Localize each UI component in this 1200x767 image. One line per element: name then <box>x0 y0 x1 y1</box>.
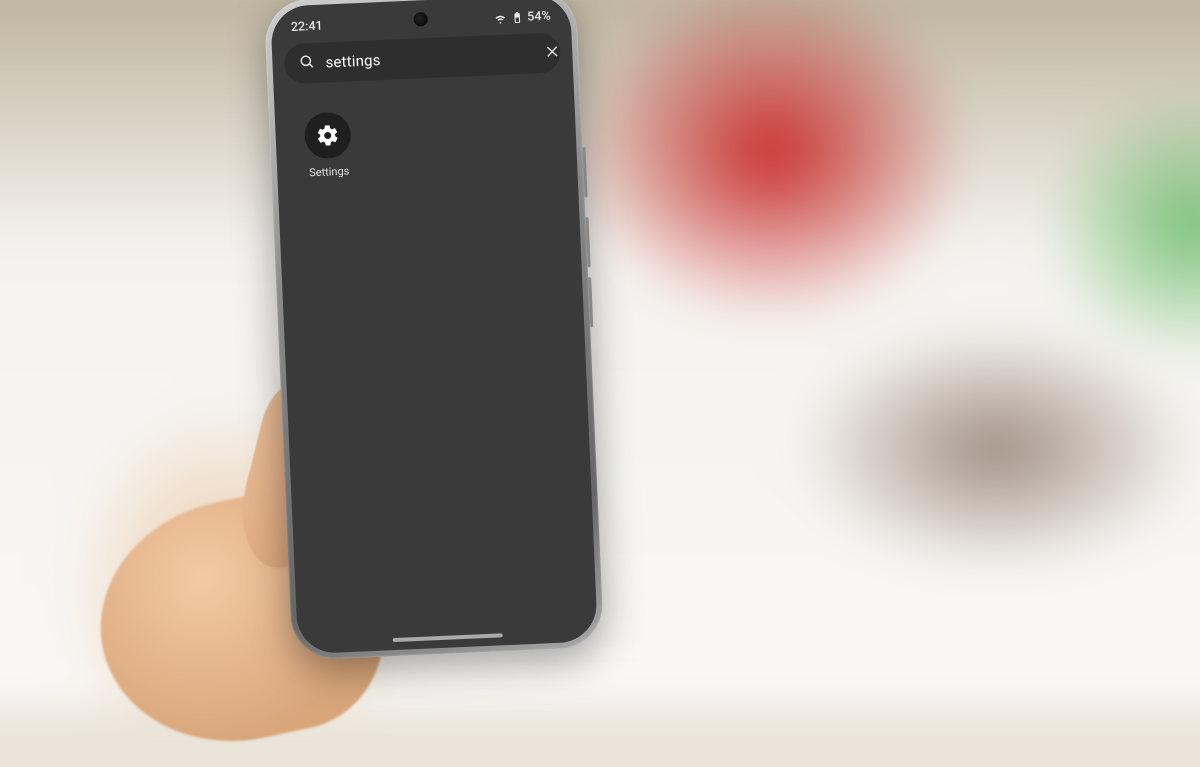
app-result-label: Settings <box>309 165 350 180</box>
phone-screen: 22:41 54% <box>270 0 598 654</box>
close-icon <box>544 43 561 63</box>
text-cursor <box>534 44 535 62</box>
navigation-handle[interactable] <box>393 633 503 642</box>
status-time: 22:41 <box>291 18 323 34</box>
app-result-settings[interactable]: Settings <box>293 111 364 180</box>
search-icon <box>298 52 316 74</box>
battery-icon <box>510 10 524 24</box>
search-results: Settings <box>273 72 578 211</box>
gear-icon <box>304 111 352 159</box>
search-input[interactable] <box>325 45 525 72</box>
wifi-icon <box>493 11 507 25</box>
battery-percentage: 54% <box>527 8 551 24</box>
phone-device: 22:41 54% <box>264 0 604 660</box>
clear-search-button[interactable] <box>544 38 561 67</box>
